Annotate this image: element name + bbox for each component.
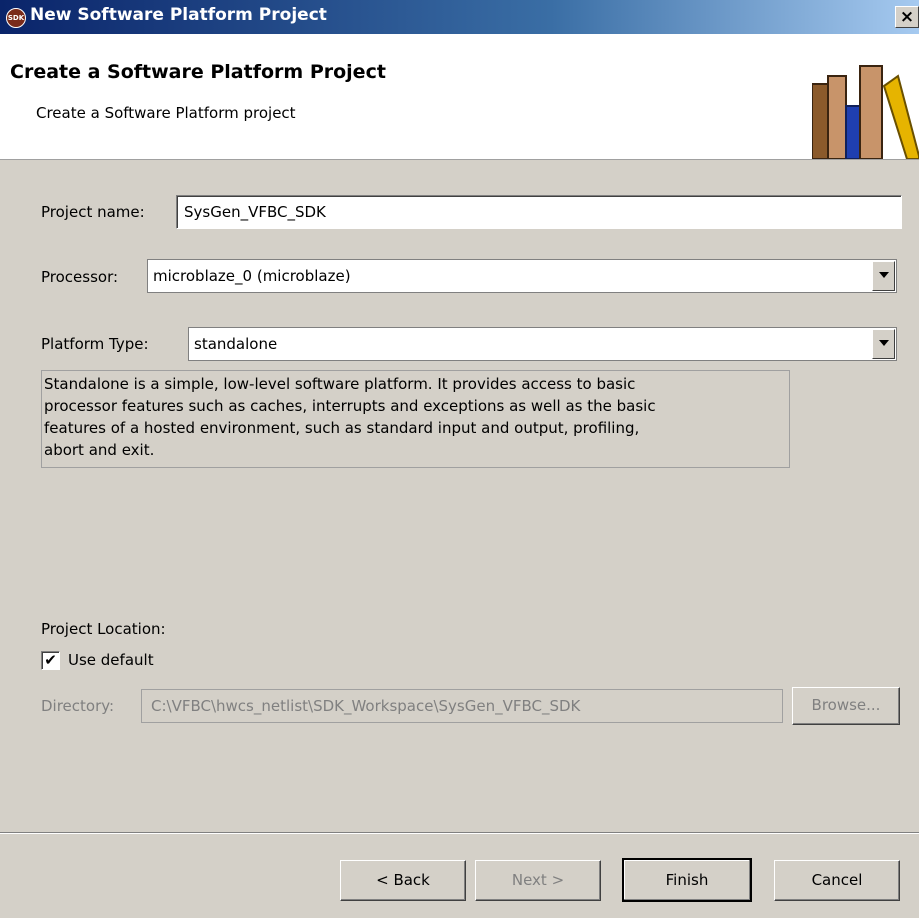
separator	[0, 833, 919, 834]
project-name-input[interactable]: SysGen_VFBC_SDK	[176, 195, 902, 229]
project-location-label: Project Location:	[41, 620, 166, 638]
use-default-checkbox[interactable]: ✔	[41, 651, 60, 670]
processor-value: microblaze_0 (microblaze)	[153, 267, 351, 285]
back-button[interactable]: < Back	[340, 860, 466, 901]
finish-button[interactable]: Finish	[622, 858, 752, 902]
platform-description: Standalone is a simple, low-level softwa…	[41, 370, 790, 468]
title-bar: SDK New Software Platform Project ×	[0, 0, 919, 34]
chevron-down-icon[interactable]	[872, 261, 895, 291]
sdk-app-icon: SDK	[6, 8, 26, 28]
chevron-down-icon[interactable]	[872, 329, 895, 359]
description-line: processor features such as caches, inter…	[44, 397, 656, 415]
description-line: abort and exit.	[44, 441, 155, 459]
platform-type-value: standalone	[194, 335, 278, 353]
books-icon	[812, 65, 919, 159]
wizard-title: Create a Software Platform Project	[10, 61, 386, 83]
processor-select[interactable]: microblaze_0 (microblaze)	[147, 259, 897, 293]
platform-type-select[interactable]: standalone	[188, 327, 897, 361]
description-line: Standalone is a simple, low-level softwa…	[44, 375, 636, 393]
platform-type-label: Platform Type:	[41, 335, 149, 353]
wizard-banner: Create a Software Platform Project Creat…	[0, 34, 919, 160]
use-default-label[interactable]: Use default	[68, 651, 154, 669]
project-name-label: Project name:	[41, 203, 145, 221]
directory-input[interactable]: C:\VFBC\hwcs_netlist\SDK_Workspace\SysGe…	[141, 689, 783, 723]
close-button[interactable]: ×	[895, 6, 919, 28]
processor-label: Processor:	[41, 268, 119, 286]
cancel-button[interactable]: Cancel	[774, 860, 900, 901]
browse-button[interactable]: Browse...	[792, 687, 900, 725]
directory-label: Directory:	[41, 697, 115, 715]
next-button[interactable]: Next >	[475, 860, 601, 901]
description-line: features of a hosted environment, such a…	[44, 419, 640, 437]
wizard-subtitle: Create a Software Platform project	[36, 104, 296, 122]
window-title: New Software Platform Project	[30, 5, 327, 25]
